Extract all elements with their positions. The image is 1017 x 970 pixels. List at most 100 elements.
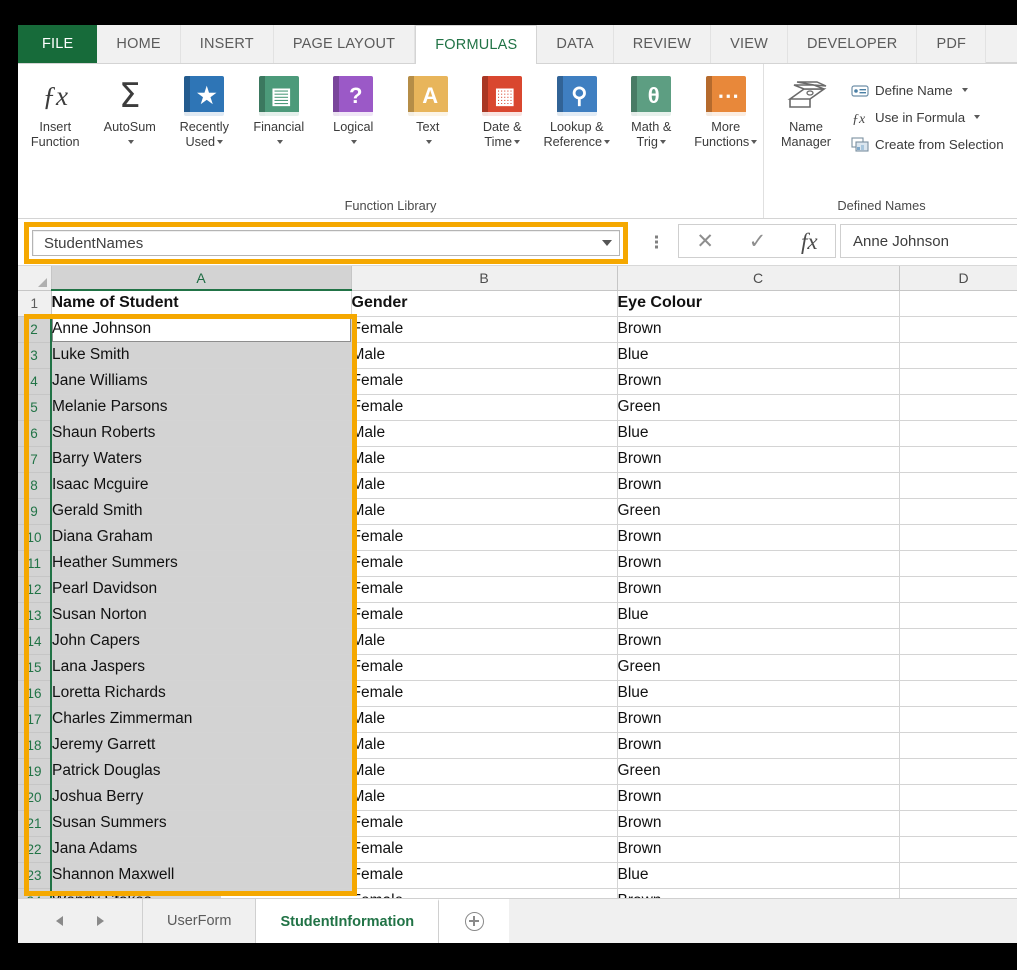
cell-D21[interactable]	[899, 810, 1017, 837]
recently-used-button[interactable]: ★ Recently Used	[167, 70, 242, 149]
cell-D1[interactable]	[899, 290, 1017, 317]
cell-C22[interactable]: Brown	[617, 836, 900, 863]
cell-B8[interactable]: Male	[351, 472, 618, 499]
cell-D17[interactable]	[899, 706, 1017, 733]
sheet-nav-next-icon[interactable]	[97, 916, 104, 926]
sheet-tab-studentinformation[interactable]: StudentInformation	[256, 899, 440, 943]
cell-A21[interactable]: Susan Summers	[51, 810, 352, 837]
row-header-23[interactable]: 23	[18, 862, 52, 889]
define-name-command[interactable]: Define Name	[848, 77, 1008, 104]
cell-A16[interactable]: Loretta Richards	[51, 680, 352, 707]
cell-C6[interactable]: Blue	[617, 420, 900, 447]
cell-B10[interactable]: Female	[351, 524, 618, 551]
cell-A2[interactable]: Anne Johnson	[51, 316, 352, 343]
chevron-down-icon[interactable]	[659, 139, 666, 144]
cell-A18[interactable]: Jeremy Garrett	[51, 732, 352, 759]
cell-A9[interactable]: Gerald Smith	[51, 498, 352, 525]
row-header-8[interactable]: 8	[18, 472, 52, 499]
sheet-nav-arrows[interactable]	[18, 899, 143, 943]
cell-A22[interactable]: Jana Adams	[51, 836, 352, 863]
use-in-formula-command[interactable]: ƒx Use in Formula	[848, 104, 1008, 131]
lookup-reference-button[interactable]: ⚲ Lookup & Reference	[540, 70, 615, 149]
cell-C9[interactable]: Green	[617, 498, 900, 525]
row-header-12[interactable]: 12	[18, 576, 52, 603]
column-header-d[interactable]: D	[899, 266, 1017, 291]
cell-C3[interactable]: Blue	[617, 342, 900, 369]
cell-B20[interactable]: Male	[351, 784, 618, 811]
column-header-b[interactable]: B	[351, 266, 618, 291]
cell-B19[interactable]: Male	[351, 758, 618, 785]
cell-B21[interactable]: Female	[351, 810, 618, 837]
cell-B17[interactable]: Male	[351, 706, 618, 733]
cell-D12[interactable]	[899, 576, 1017, 603]
chevron-down-icon[interactable]	[514, 139, 521, 144]
sheet-nav-previous-icon[interactable]	[56, 916, 63, 926]
cell-C2[interactable]: Brown	[617, 316, 900, 343]
cell-B16[interactable]: Female	[351, 680, 618, 707]
cell-D3[interactable]	[899, 342, 1017, 369]
name-box[interactable]: StudentNames	[32, 230, 620, 256]
cell-B9[interactable]: Male	[351, 498, 618, 525]
cell-B4[interactable]: Female	[351, 368, 618, 395]
row-header-3[interactable]: 3	[18, 342, 52, 369]
cell-B12[interactable]: Female	[351, 576, 618, 603]
insert-function-button[interactable]: ƒx Insert Function	[18, 70, 93, 149]
chevron-down-icon[interactable]	[425, 139, 432, 144]
sheet-tab-userform[interactable]: UserForm	[143, 899, 257, 943]
row-header-11[interactable]: 11	[18, 550, 52, 577]
cell-A13[interactable]: Susan Norton	[51, 602, 352, 629]
cell-A10[interactable]: Diana Graham	[51, 524, 352, 551]
row-header-4[interactable]: 4	[18, 368, 52, 395]
cell-A4[interactable]: Jane Williams	[51, 368, 352, 395]
cell-B15[interactable]: Female	[351, 654, 618, 681]
cell-A14[interactable]: John Capers	[51, 628, 352, 655]
cell-C13[interactable]: Blue	[617, 602, 900, 629]
cell-D16[interactable]	[899, 680, 1017, 707]
cell-B24[interactable]: Female	[351, 888, 618, 898]
column-header-a[interactable]: A	[51, 266, 352, 291]
financial-button[interactable]: ▤ Financial	[242, 70, 317, 149]
text-button[interactable]: A Text	[391, 70, 466, 149]
ribbon-tab-insert[interactable]: INSERT	[180, 25, 274, 63]
cell-B14[interactable]: Male	[351, 628, 618, 655]
cell-D14[interactable]	[899, 628, 1017, 655]
cell-C24[interactable]: Brown	[617, 888, 900, 898]
cell-C11[interactable]: Brown	[617, 550, 900, 577]
cell-C15[interactable]: Green	[617, 654, 900, 681]
cell-C21[interactable]: Brown	[617, 810, 900, 837]
cell-D4[interactable]	[899, 368, 1017, 395]
select-all-corner[interactable]	[18, 266, 52, 291]
row-header-17[interactable]: 17	[18, 706, 52, 733]
add-sheet-button[interactable]	[439, 899, 510, 943]
column-header-c[interactable]: C	[617, 266, 900, 291]
ribbon-tab-pdf[interactable]: PDF	[917, 25, 987, 63]
cell-A17[interactable]: Charles Zimmerman	[51, 706, 352, 733]
ribbon-tab-file[interactable]: FILE	[18, 25, 98, 63]
formula-bar-input[interactable]: Anne Johnson	[840, 224, 1017, 258]
row-header-16[interactable]: 16	[18, 680, 52, 707]
chevron-down-icon[interactable]	[217, 139, 224, 144]
enter-icon[interactable]: ✓	[749, 231, 767, 252]
cell-B7[interactable]: Male	[351, 446, 618, 473]
cell-A5[interactable]: Melanie Parsons	[51, 394, 352, 421]
cell-D9[interactable]	[899, 498, 1017, 525]
ribbon-tab-data[interactable]: DATA	[537, 25, 614, 63]
ribbon-tab-formulas[interactable]: FORMULAS	[415, 25, 538, 64]
chevron-down-icon[interactable]	[351, 139, 358, 144]
cell-C12[interactable]: Brown	[617, 576, 900, 603]
cell-B23[interactable]: Female	[351, 862, 618, 889]
cell-D22[interactable]	[899, 836, 1017, 863]
cell-C1[interactable]: Eye Colour	[617, 290, 900, 317]
ribbon-tab-page-layout[interactable]: PAGE LAYOUT	[273, 25, 416, 63]
cell-A12[interactable]: Pearl Davidson	[51, 576, 352, 603]
row-header-20[interactable]: 20	[18, 784, 52, 811]
row-header-1[interactable]: 1	[18, 290, 52, 317]
row-header-14[interactable]: 14	[18, 628, 52, 655]
cell-D13[interactable]	[899, 602, 1017, 629]
insert-function-icon[interactable]: fx	[801, 230, 818, 253]
row-header-18[interactable]: 18	[18, 732, 52, 759]
cell-D6[interactable]	[899, 420, 1017, 447]
ribbon-tab-developer[interactable]: DEVELOPER	[788, 25, 918, 63]
formula-bar-grip[interactable]	[655, 234, 659, 251]
name-box-dropdown-icon[interactable]	[595, 231, 619, 255]
